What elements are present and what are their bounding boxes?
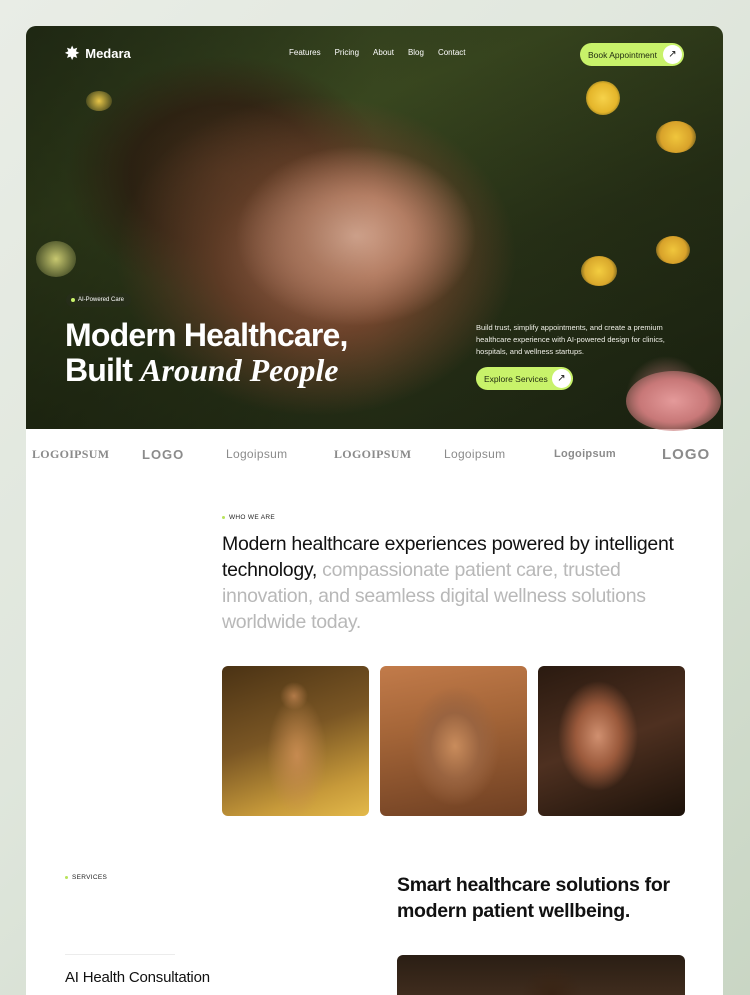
woman-portrait-photo: [380, 666, 527, 816]
partner-logo: LOGOIPSUM: [32, 446, 110, 461]
explore-services-label: Explore Services: [484, 373, 548, 384]
flower-image: [656, 236, 690, 264]
who-we-are-eyebrow: WHO WE ARE: [222, 514, 275, 521]
hero-description: Build trust, simplify appointments, and …: [476, 323, 665, 356]
brand-logo[interactable]: ✸ Medara: [65, 45, 131, 62]
nav-link-contact[interactable]: Contact: [438, 48, 466, 57]
flower-image: [36, 241, 76, 277]
flower-image: [86, 91, 112, 111]
logo-strip: LOGOIPSUM LOGO Logoipsum LOGOIPSUM Logoi…: [26, 429, 723, 479]
who-we-are-text: Modern healthcare experiences powered by…: [222, 531, 692, 635]
hero-badge: AI-Powered Care: [66, 293, 132, 307]
nav-link-pricing[interactable]: Pricing: [335, 48, 359, 57]
page-frame: ✸ Medara Features Pricing About Blog Con…: [26, 26, 723, 995]
arrow-up-right-icon: ↗: [663, 45, 682, 64]
flower-image: [626, 371, 721, 431]
arrow-up-right-icon: ↗: [552, 369, 571, 388]
hero-title-line2-plain: Built: [65, 352, 133, 388]
partner-logo: Logoipsum: [554, 448, 616, 460]
explore-services-button[interactable]: Explore Services ↗: [476, 367, 573, 390]
nav-link-blog[interactable]: Blog: [408, 48, 424, 57]
partner-logo: LOGO: [662, 445, 711, 463]
book-appointment-button[interactable]: Book Appointment ↗: [580, 43, 684, 66]
divider: [65, 954, 175, 955]
brand-name: Medara: [85, 46, 131, 61]
service-photo: [397, 955, 685, 995]
sunburst-icon: ✸: [65, 44, 80, 63]
nav-link-features[interactable]: Features: [289, 48, 321, 57]
woman-meditating-photo: [222, 666, 369, 816]
flower-image: [581, 256, 617, 286]
partner-logo: Logoipsum: [444, 447, 506, 461]
partner-logo: LOGOIPSUM: [334, 446, 412, 461]
hero-title-line1: Modern Healthcare,: [65, 317, 348, 353]
woman-eyes-closed-photo: [538, 666, 685, 816]
hero-section: ✸ Medara Features Pricing About Blog Con…: [26, 26, 723, 431]
top-nav: ✸ Medara Features Pricing About Blog Con…: [26, 26, 723, 82]
services-title: Smart healthcare solutions for modern pa…: [397, 874, 670, 922]
hero-title: Modern Healthcare, Built Around People: [65, 318, 348, 388]
partner-logo: Logoipsum: [226, 447, 288, 461]
hero-title-line2-italic: Around People: [140, 352, 339, 388]
services-eyebrow: SERVICES: [65, 874, 107, 881]
flower-image: [656, 121, 696, 153]
service-item[interactable]: AI Health Consultation: [65, 969, 210, 986]
nav-link-about[interactable]: About: [373, 48, 394, 57]
book-appointment-label: Book Appointment: [588, 49, 657, 60]
flower-image: [586, 81, 620, 115]
partner-logo: LOGO: [142, 446, 185, 462]
nav-links: Features Pricing About Blog Contact: [289, 48, 466, 57]
